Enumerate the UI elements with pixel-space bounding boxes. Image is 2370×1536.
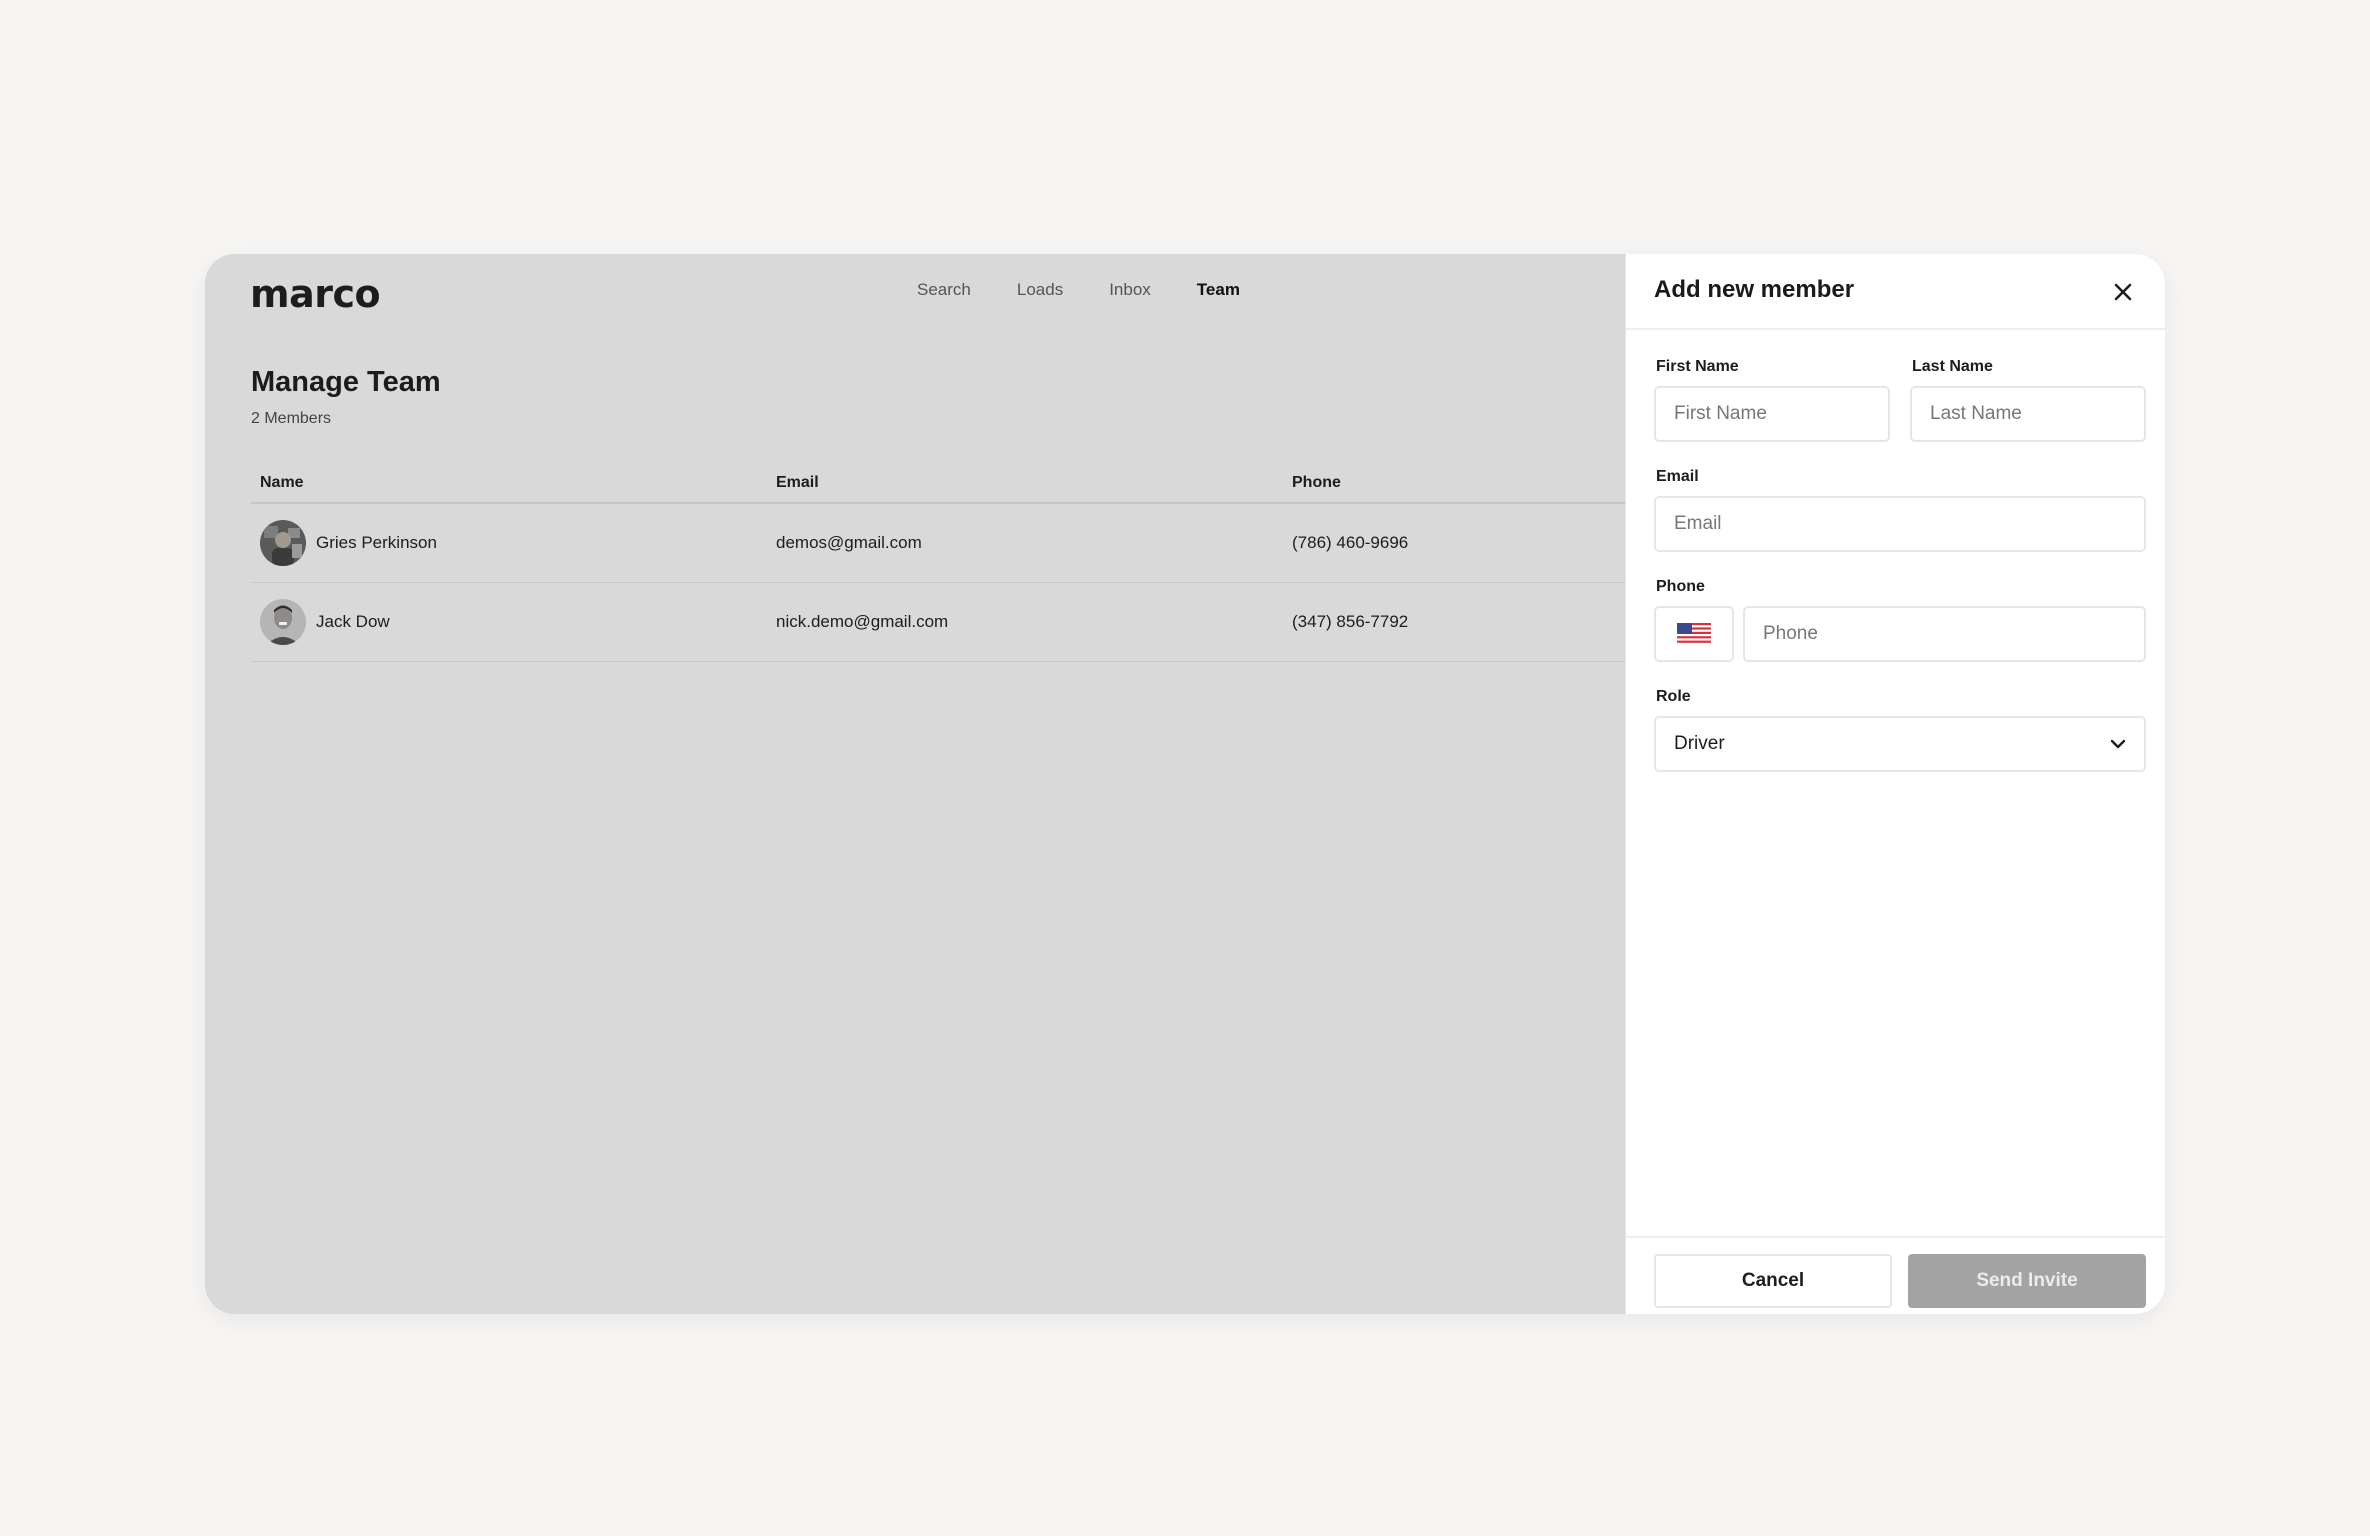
page-title: Manage Team xyxy=(251,366,441,398)
drawer-header: Add new member xyxy=(1626,254,2165,330)
close-button[interactable] xyxy=(2109,278,2137,306)
member-name: Gries Perkinson xyxy=(316,533,437,552)
role-selected-value: Driver xyxy=(1674,733,1725,754)
add-member-drawer: Add new member First Name Last Name Emai… xyxy=(1625,254,2165,1314)
first-name-input[interactable] xyxy=(1654,386,1890,442)
name-cell: Gries Perkinson xyxy=(251,520,773,566)
last-name-input[interactable] xyxy=(1910,386,2146,442)
last-name-label: Last Name xyxy=(1912,358,1993,375)
table-row[interactable]: Gries Perkinson demos@gmail.com (786) 46… xyxy=(251,504,1625,583)
email-label: Email xyxy=(1656,468,1699,485)
column-header-email: Email xyxy=(776,474,819,491)
table-row[interactable]: Jack Dow nick.demo@gmail.com (347) 856-7… xyxy=(251,583,1625,662)
chevron-down-icon xyxy=(2110,739,2126,749)
member-phone: (786) 460-9696 xyxy=(1292,533,1409,552)
member-phone: (347) 856-7792 xyxy=(1292,612,1409,631)
cancel-button[interactable]: Cancel xyxy=(1654,1254,1892,1308)
team-table: Name Email Phone Gries Perkinson demos@g… xyxy=(251,464,1625,662)
avatar xyxy=(260,599,306,645)
send-invite-button[interactable]: Send Invite xyxy=(1908,1254,2146,1308)
country-code-select[interactable] xyxy=(1654,606,1734,662)
column-header-name: Name xyxy=(260,474,304,491)
nav-loads[interactable]: Loads xyxy=(1017,280,1063,300)
phone-input[interactable] xyxy=(1743,606,2146,662)
drawer-title: Add new member xyxy=(1654,276,1855,303)
drawer-footer: Cancel Send Invite xyxy=(1626,1236,2165,1314)
role-select[interactable]: Driver xyxy=(1654,716,2146,772)
main-area: marco Search Loads Inbox Team Manage Tea… xyxy=(205,254,1625,1314)
close-icon xyxy=(2114,283,2132,301)
member-name: Jack Dow xyxy=(316,612,390,631)
app-window: marco Search Loads Inbox Team Manage Tea… xyxy=(205,254,2165,1314)
member-email: nick.demo@gmail.com xyxy=(776,612,949,631)
name-cell: Jack Dow xyxy=(251,599,773,645)
logo: marco xyxy=(250,272,381,316)
table-header: Name Email Phone xyxy=(251,464,1625,504)
us-flag-icon xyxy=(1677,623,1711,645)
avatar xyxy=(260,520,306,566)
member-email: demos@gmail.com xyxy=(776,533,922,552)
column-header-phone: Phone xyxy=(1292,474,1341,491)
nav-inbox[interactable]: Inbox xyxy=(1109,280,1151,300)
first-name-label: First Name xyxy=(1656,358,1739,375)
role-label: Role xyxy=(1656,688,1691,705)
email-input[interactable] xyxy=(1654,496,2146,552)
member-count: 2 Members xyxy=(251,410,332,427)
top-nav: Search Loads Inbox Team xyxy=(917,280,1240,300)
nav-search[interactable]: Search xyxy=(917,280,971,300)
nav-team[interactable]: Team xyxy=(1197,280,1240,300)
phone-label: Phone xyxy=(1656,578,1705,595)
